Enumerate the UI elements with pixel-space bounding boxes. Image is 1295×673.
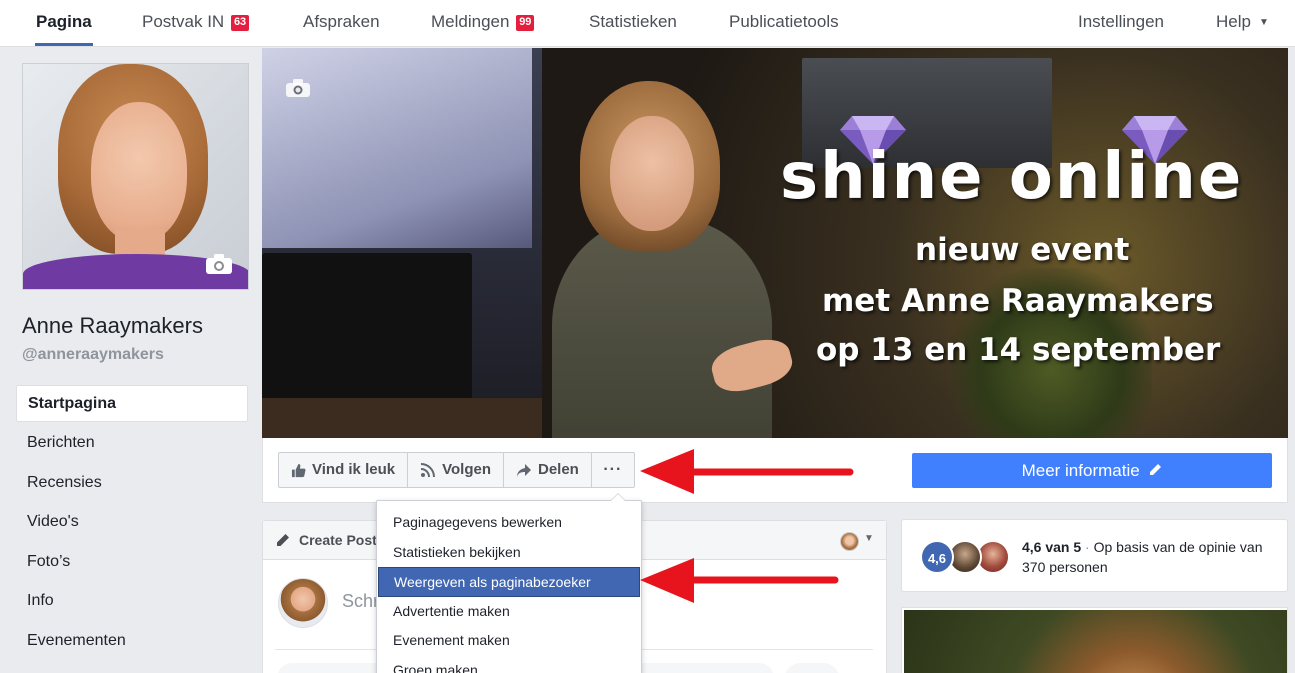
nav-tab-meldingen[interactable]: Meldingen 99	[431, 0, 535, 46]
photo-card[interactable]	[901, 607, 1288, 673]
more-options-dropdown: Paginagegevens bewerken Statistieken bek…	[376, 493, 642, 673]
nav-help-label: Help	[1216, 12, 1251, 31]
like-button[interactable]: Vind ik leuk	[279, 453, 409, 487]
create-post-title: Create Post	[299, 532, 377, 548]
rating-score-text: 4,6 van 5	[1022, 539, 1082, 555]
cover-speaker-face	[610, 116, 694, 231]
nav-settings-label: Instellingen	[1078, 12, 1165, 31]
nav-tab-label: Statistieken	[589, 12, 677, 31]
notifications-count-badge: 99	[516, 15, 535, 31]
share-button-label: Delen	[537, 461, 579, 478]
sidebar-item-recensies[interactable]: Recensies	[16, 464, 248, 504]
more-options-button[interactable]: ···	[592, 453, 634, 487]
sidebar-item-startpagina[interactable]: Startpagina	[16, 385, 248, 422]
nav-tab-label: Meldingen	[431, 12, 510, 31]
cover-event-line: nieuw event	[915, 232, 1130, 268]
composer-action-pill[interactable]	[785, 663, 839, 673]
camera-icon[interactable]	[205, 253, 233, 275]
cover-event-line: met Anne Raaymakers	[822, 283, 1214, 319]
ellipsis-icon: ···	[603, 461, 623, 478]
pencil-icon	[277, 534, 289, 546]
caret-down-icon: ▼	[1258, 17, 1269, 28]
follow-button[interactable]: Volgen	[408, 453, 504, 487]
nav-tab-label: Pagina	[36, 12, 92, 31]
nav-tab-label: Publicatietools	[729, 12, 839, 31]
menu-item-edit-page-info[interactable]: Paginagegevens bewerken	[377, 508, 641, 538]
avatar	[278, 578, 328, 628]
nav-settings-link[interactable]: Instellingen	[1078, 0, 1164, 46]
cover-laptop	[262, 253, 472, 403]
page-name: Anne Raaymakers	[22, 313, 203, 338]
cover-event-title: shine online	[780, 140, 1244, 214]
nav-tab-label: Postvak IN	[142, 12, 225, 31]
menu-item-create-group[interactable]: Groep maken	[377, 656, 641, 673]
camera-icon[interactable]	[285, 78, 311, 98]
nav-help-menu[interactable]: Help ▼	[1216, 0, 1269, 46]
sidebar-item-videos[interactable]: Video's	[16, 503, 248, 543]
follow-button-label: Volgen	[442, 461, 491, 478]
menu-item-view-as-visitor[interactable]: Weergeven als paginabezoeker	[378, 567, 640, 597]
more-info-label: Meer informatie	[1021, 461, 1140, 480]
profile-photo-face	[91, 102, 187, 242]
cover-event-line: op 13 en 14 september	[816, 332, 1221, 368]
cover-speaker-body	[552, 218, 772, 438]
sidebar-item-berichten[interactable]: Berichten	[16, 424, 248, 464]
nav-tab-label: Afspraken	[303, 12, 380, 31]
page-top-nav: Pagina Postvak IN 63 Afspraken Meldingen…	[0, 0, 1295, 47]
avatar[interactable]	[840, 532, 859, 551]
menu-item-view-insights[interactable]: Statistieken bekijken	[377, 538, 641, 568]
like-button-label: Vind ik leuk	[312, 461, 396, 478]
nav-tab-publicatietools[interactable]: Publicatietools	[729, 0, 839, 46]
cover-desk	[262, 398, 542, 438]
page-username[interactable]: @anneraaymakers	[22, 346, 164, 364]
pencil-icon	[1150, 464, 1162, 475]
rss-feed-icon	[420, 463, 436, 478]
page-action-buttons: Vind ik leuk Volgen Delen ···	[278, 452, 635, 488]
caret-down-icon[interactable]: ▼	[864, 533, 874, 544]
menu-item-create-event[interactable]: Evenement maken	[377, 626, 641, 656]
nav-tab-pagina[interactable]: Pagina	[35, 0, 93, 46]
rating-card: 4,6 4,6 van 5 · Op basis van de opinie v…	[901, 519, 1288, 592]
nav-tab-afspraken[interactable]: Afspraken	[303, 0, 380, 46]
separator-dot: ·	[1081, 539, 1094, 555]
share-arrow-icon	[516, 463, 531, 477]
photo-thumbnail	[904, 610, 1287, 673]
rating-score-badge: 4,6	[920, 540, 954, 574]
sidebar-item-info[interactable]: Info	[16, 582, 248, 622]
nav-tab-postvak[interactable]: Postvak IN 63	[142, 0, 250, 46]
share-button[interactable]: Delen	[504, 453, 592, 487]
sidebar-menu: Startpagina Berichten Recensies Video's …	[16, 385, 248, 661]
thumbs-up-icon	[291, 463, 306, 477]
more-info-button[interactable]: Meer informatie	[912, 453, 1272, 488]
cover-photo[interactable]	[262, 48, 1288, 438]
inbox-count-badge: 63	[230, 15, 250, 31]
nav-tab-statistieken[interactable]: Statistieken	[589, 0, 677, 46]
sidebar-item-fotos[interactable]: Foto’s	[16, 543, 248, 583]
rating-summary[interactable]: 4,6 van 5 · Op basis van de opinie van 3…	[1022, 537, 1272, 577]
menu-item-create-ad[interactable]: Advertentie maken	[377, 597, 641, 627]
sidebar-item-evenementen[interactable]: Evenementen	[16, 622, 248, 662]
